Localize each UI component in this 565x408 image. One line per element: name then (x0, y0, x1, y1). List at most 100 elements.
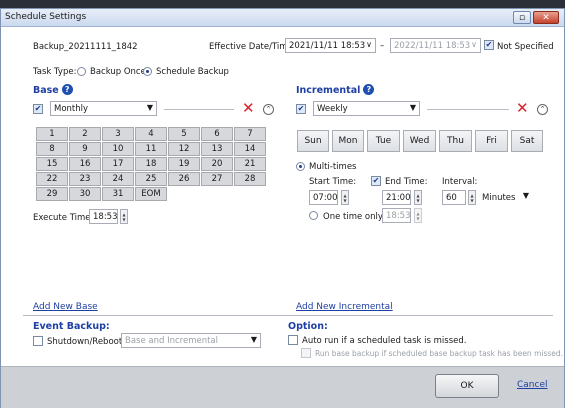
remove-icon[interactable]: ✕ (516, 101, 529, 116)
weekday-button-fri[interactable]: Fri (475, 130, 508, 152)
check-icon: ✔ (485, 40, 493, 49)
calendar-day-cell[interactable]: 31 (102, 187, 134, 201)
event-backup-title: Event Backup: (33, 321, 110, 332)
start-time-field[interactable]: 07:00 (309, 190, 338, 205)
start-date-field[interactable]: 2021/11/11 18:53 ∨ (285, 38, 376, 53)
base-enable-checkbox[interactable]: ✔ (33, 104, 43, 114)
check-icon: ✔ (372, 176, 380, 185)
execute-time-value: 18:53 (93, 211, 118, 222)
calendar-day-cell[interactable]: 5 (168, 127, 200, 141)
weekday-button-wed[interactable]: Wed (403, 130, 436, 152)
help-icon[interactable]: ? (61, 84, 73, 95)
weekday-button-sat[interactable]: Sat (511, 130, 543, 152)
incremental-enable-checkbox[interactable]: ✔ (296, 104, 306, 114)
calendar-day-cell[interactable]: 27 (201, 172, 233, 186)
calendar-day-cell[interactable]: 26 (168, 172, 200, 186)
one-time-field[interactable]: 18:53 (382, 208, 411, 223)
calendar-day-cell[interactable]: 22 (36, 172, 68, 186)
incremental-frequency-select[interactable]: Weekly ▼ (313, 101, 420, 116)
run-base-checkbox[interactable] (301, 348, 311, 358)
title-bar: Schedule Settings ▫ ✕ (1, 9, 564, 27)
auto-run-label: Auto run if a scheduled task is missed. (302, 336, 467, 346)
calendar-day-cell[interactable]: 20 (201, 157, 233, 171)
check-icon: ✔ (34, 104, 42, 113)
calendar-day-cell[interactable]: 18 (135, 157, 167, 171)
base-calendar-grid: 1 2 3 4 5 6 7 8 9 10 11 12 13 14 15 16 17 18 19 20 21 22 23 24 2… (36, 127, 266, 201)
start-time-value: 07:00 (313, 192, 338, 203)
close-icon: ✕ (542, 12, 550, 23)
one-time-only-radio[interactable] (309, 211, 318, 220)
help-icon[interactable]: ? (363, 84, 375, 95)
calendar-day-cell[interactable]: 15 (36, 157, 68, 171)
calendar-day-cell[interactable]: 11 (135, 142, 167, 156)
calendar-day-cell[interactable]: 24 (102, 172, 134, 186)
calendar-day-cell[interactable]: EOM (135, 187, 167, 201)
execute-time-field[interactable]: 18:53 (89, 209, 118, 224)
end-time-label: End Time: (385, 177, 428, 187)
chevron-down-icon: ▼ (250, 335, 257, 344)
weekday-button-tue[interactable]: Tue (367, 130, 400, 152)
calendar-day-cell[interactable]: 12 (168, 142, 200, 156)
calendar-day-cell[interactable]: 7 (234, 127, 266, 141)
interval-value: 60 (446, 192, 457, 203)
auto-run-checkbox[interactable] (288, 335, 298, 345)
weekday-button-sun[interactable]: Sun (297, 130, 329, 152)
task-type-label: Task Type: (33, 67, 77, 77)
calendar-day-cell[interactable]: 9 (69, 142, 101, 156)
calendar-day-cell[interactable]: 1 (36, 127, 68, 141)
incremental-frequency-value: Weekly (317, 103, 348, 114)
cancel-link[interactable]: Cancel (517, 380, 548, 390)
calendar-day-cell[interactable]: 14 (234, 142, 266, 156)
calendar-day-cell[interactable]: 4 (135, 127, 167, 141)
calendar-day-cell[interactable]: 19 (168, 157, 200, 171)
backup-once-radio[interactable] (77, 67, 86, 76)
schedule-backup-label: Schedule Backup (156, 67, 229, 77)
interval-spinner[interactable]: ▲ ▼ (468, 190, 476, 205)
calendar-day-cell[interactable]: 21 (234, 157, 266, 171)
calendar-day-cell[interactable]: 2 (69, 127, 101, 141)
minimize-button[interactable]: ▫ (513, 11, 531, 24)
close-button[interactable]: ✕ (533, 11, 559, 24)
calendar-day-cell[interactable]: 13 (201, 142, 233, 156)
shutdown-reboot-checkbox[interactable] (33, 336, 43, 346)
calendar-day-cell[interactable]: 29 (36, 187, 68, 201)
incremental-title: Incremental (296, 85, 361, 96)
execute-time-spinner[interactable]: ▲ ▼ (120, 209, 128, 224)
calendar-day-cell[interactable]: 10 (102, 142, 134, 156)
base-frequency-select[interactable]: Monthly ▼ (50, 101, 157, 116)
not-specified-label: Not Specified (497, 42, 554, 52)
ok-button[interactable]: OK (435, 374, 499, 398)
calendar-day-cell[interactable]: 30 (69, 187, 101, 201)
collapse-icon[interactable]: ⌃ (263, 104, 274, 115)
end-time-spinner[interactable]: ▲ ▼ (414, 190, 422, 205)
interval-unit-select[interactable]: Minutes ▼ (479, 190, 532, 205)
calendar-day-cell[interactable]: 23 (69, 172, 101, 186)
calendar-day-cell[interactable]: 6 (201, 127, 233, 141)
schedule-backup-radio[interactable] (143, 67, 152, 76)
effective-label: Effective Date/Time: (209, 42, 296, 52)
weekday-button-mon[interactable]: Mon (332, 130, 364, 152)
end-date-value: 2022/11/11 18:53 (394, 40, 471, 51)
collapse-icon[interactable]: ⌃ (537, 104, 548, 115)
end-time-field[interactable]: 21:00 (382, 190, 411, 205)
calendar-day-cell[interactable]: 16 (69, 157, 101, 171)
calendar-day-cell[interactable]: 25 (135, 172, 167, 186)
remove-icon[interactable]: ✕ (242, 101, 255, 116)
end-time-checkbox[interactable]: ✔ (371, 176, 381, 186)
end-date-field[interactable]: 2022/11/11 18:53 ∨ (390, 38, 481, 53)
not-specified-checkbox[interactable]: ✔ (484, 40, 494, 50)
one-time-spinner[interactable]: ▲ ▼ (414, 208, 422, 223)
start-date-value: 2021/11/11 18:53 (289, 40, 366, 51)
weekday-button-thu[interactable]: Thu (439, 130, 472, 152)
calendar-day-cell[interactable]: 3 (102, 127, 134, 141)
calendar-day-cell[interactable]: 17 (102, 157, 134, 171)
interval-field[interactable]: 60 (442, 190, 466, 205)
add-new-base-link[interactable]: Add New Base (33, 302, 98, 312)
base-section-title: Base? (33, 84, 73, 96)
start-time-spinner[interactable]: ▲ ▼ (341, 190, 349, 205)
calendar-day-cell[interactable]: 28 (234, 172, 266, 186)
event-mode-select[interactable]: Base and Incremental ▼ (121, 333, 261, 348)
multi-times-radio[interactable] (296, 162, 305, 171)
calendar-day-cell[interactable]: 8 (36, 142, 68, 156)
add-new-incremental-link[interactable]: Add New Incremental (296, 302, 393, 312)
